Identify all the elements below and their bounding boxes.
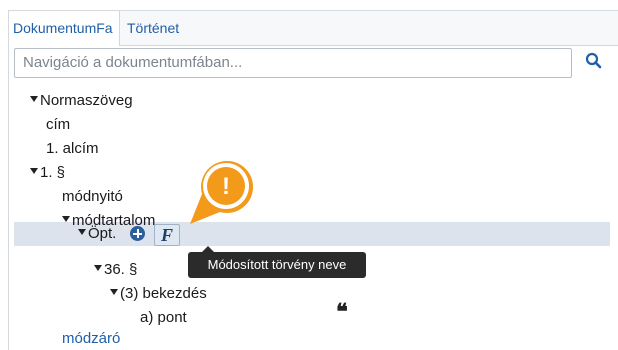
- tree-node-label: 36. §: [104, 261, 138, 278]
- tree-node-modnyito[interactable]: módnyitó: [62, 186, 123, 207]
- tree-node-a-pont[interactable]: a) pont: [140, 307, 187, 328]
- caret-down-icon[interactable]: [30, 168, 38, 175]
- plus-circle-icon[interactable]: [130, 226, 145, 241]
- caret-down-icon[interactable]: [94, 265, 102, 272]
- tooltip: Módosított törvény neve: [188, 246, 366, 278]
- tree-node-opt[interactable]: Öpt.: [78, 223, 116, 244]
- tree-node-label: (3) bekezdés: [120, 285, 207, 302]
- caret-down-icon[interactable]: [62, 216, 70, 223]
- tree-node-alcim[interactable]: 1. alcím: [46, 138, 99, 159]
- tree-node-normaszoveg[interactable]: Normaszöveg: [30, 90, 133, 111]
- exclamation-callout-icon: !: [190, 160, 254, 224]
- caret-down-icon[interactable]: [110, 289, 118, 296]
- caret-down-icon[interactable]: [30, 96, 38, 103]
- tree-node-cim[interactable]: cím: [46, 114, 70, 135]
- quote-icon[interactable]: ❝: [336, 301, 348, 323]
- tab-bar: DokumentumFa Történet: [9, 11, 618, 46]
- search-input[interactable]: [15, 49, 571, 75]
- tree-node-modzaro[interactable]: módzáró: [62, 328, 120, 349]
- tree-node-label: Öpt.: [88, 225, 117, 242]
- caret-down-icon[interactable]: [78, 229, 86, 236]
- tab-dokumentumfa[interactable]: DokumentumFa: [9, 11, 120, 46]
- search-box: [14, 48, 572, 78]
- tree-node-label: 1. §: [40, 164, 66, 181]
- tab-tortenet[interactable]: Történet: [127, 11, 179, 45]
- tree-node-bekezdes[interactable]: (3) bekezdés: [110, 283, 207, 304]
- search-button[interactable]: [582, 48, 606, 74]
- callout-symbol: !: [222, 173, 230, 200]
- tree-node-paragrafus[interactable]: 1. §: [30, 162, 65, 183]
- tree-node-label: Normaszöveg: [40, 92, 133, 109]
- search-icon: [585, 52, 602, 69]
- function-button[interactable]: F: [154, 224, 180, 246]
- tree-node-36-paragrafus[interactable]: 36. §: [94, 259, 137, 280]
